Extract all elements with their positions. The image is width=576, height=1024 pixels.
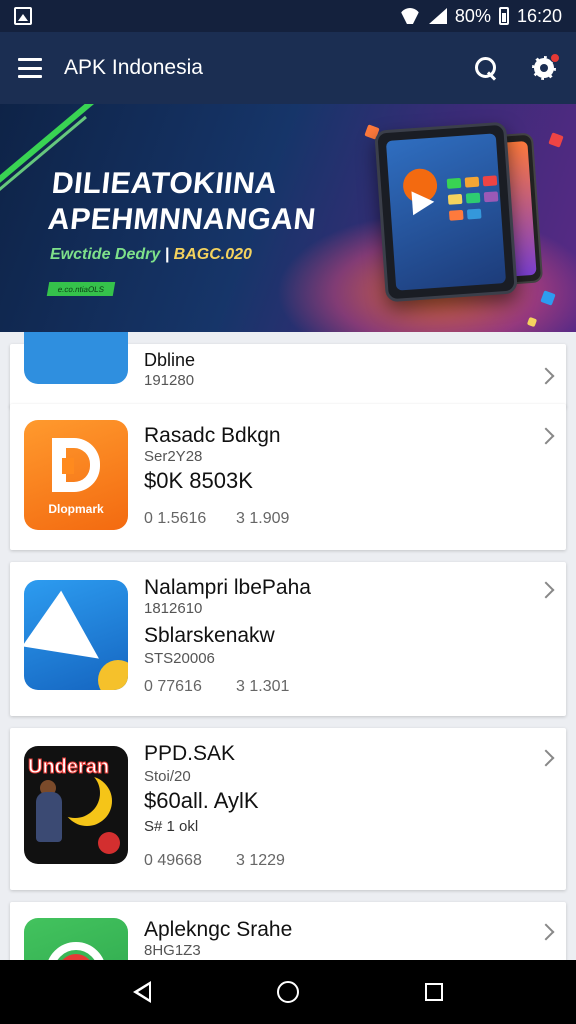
app-stat: 0 49668 <box>144 852 202 869</box>
wifi-icon <box>399 8 421 24</box>
search-icon[interactable] <box>474 56 498 80</box>
app-meta: STS20006 <box>144 650 215 667</box>
notification-dot <box>550 53 560 63</box>
app-list: Dbline 191280 Dlopmark Rasadc Bdkgn Ser2… <box>0 332 576 960</box>
app-meta: Stoi/20 <box>144 768 191 785</box>
battery-percent: 80% <box>454 5 491 26</box>
settings-gear-icon[interactable] <box>532 53 560 81</box>
app-title: APK Indonesia <box>64 56 203 79</box>
banner-subtitle: Ewctide Dedry | BAGC.020 <box>50 246 252 263</box>
tablet-illustration <box>374 121 518 303</box>
chevron-right-icon <box>537 923 555 941</box>
icon-label: Dlopmark <box>48 502 104 516</box>
list-item[interactable]: Nalampri lbePaha 1812610 Sblarskenakw ST… <box>10 562 566 716</box>
game-icon: Underan <box>24 746 128 864</box>
list-item[interactable]: Aplekngc Srahe 8HG1Z3 <box>10 902 566 960</box>
app-stat: 3 1.301 <box>236 678 290 695</box>
signal-icon <box>428 8 447 24</box>
battery-icon <box>498 7 509 25</box>
chevron-right-icon <box>537 749 555 767</box>
green-app-icon <box>24 918 128 960</box>
pattern-app-icon <box>24 332 128 384</box>
banner-headline: DILIEATOKIINA APEHMNNANGAN <box>46 167 318 236</box>
back-icon[interactable] <box>133 981 151 1003</box>
icon-label: Underan <box>27 756 110 779</box>
app-meta: 1812610 <box>144 600 203 617</box>
app-bar: APK Indonesia <box>0 32 576 104</box>
app-meta: 191280 <box>144 372 195 389</box>
app-stat: 0 77616 <box>144 678 202 695</box>
app-stat: 3 1229 <box>236 852 285 869</box>
list-item[interactable]: Dlopmark Rasadc Bdkgn Ser2Y28 $0K 8503K … <box>10 404 566 550</box>
system-nav-bar <box>0 960 576 1024</box>
app-meta: S# 1 okl <box>144 818 199 835</box>
app-name: PPD.SAK <box>144 742 236 765</box>
app-price: $0K 8503K <box>144 468 253 493</box>
app-price: Sblarskenakw <box>144 624 275 647</box>
app-meta: 8HG1Z3 <box>144 942 201 959</box>
menu-icon[interactable] <box>18 58 42 78</box>
chevron-right-icon <box>537 581 555 599</box>
list-item[interactable]: Dbline 191280 <box>10 332 566 408</box>
app-name: Nalampri lbePaha <box>144 576 311 599</box>
app-name: Rasadc Bdkgn <box>144 424 281 447</box>
app-stat: 0 1.5616 <box>144 510 207 527</box>
app-meta: Ser2Y28 <box>144 448 203 465</box>
chevron-right-icon <box>537 367 555 385</box>
app-price: $60all. AylK <box>144 788 259 813</box>
recents-icon[interactable] <box>425 983 443 1001</box>
chevron-right-icon <box>537 427 555 445</box>
gallery-notification-icon <box>14 7 32 25</box>
status-bar: 80% 16:20 <box>0 0 576 32</box>
app-stat: 3 1.909 <box>236 510 290 527</box>
banner-cta-button[interactable]: e.co.ntiaOLS <box>46 282 116 296</box>
list-item[interactable]: Underan PPD.SAK Stoi/20 $60all. AylK S# … <box>10 728 566 890</box>
clock: 16:20 <box>516 5 562 26</box>
home-icon[interactable] <box>277 981 299 1003</box>
d-letter-icon: Dlopmark <box>24 420 128 530</box>
promo-banner[interactable]: DILIEATOKIINA APEHMNNANGAN Ewctide Dedry… <box>0 104 576 332</box>
arrow-icon <box>24 580 128 690</box>
app-name: Aplekngc Srahe <box>144 918 293 941</box>
app-name: Dbline <box>144 350 196 370</box>
